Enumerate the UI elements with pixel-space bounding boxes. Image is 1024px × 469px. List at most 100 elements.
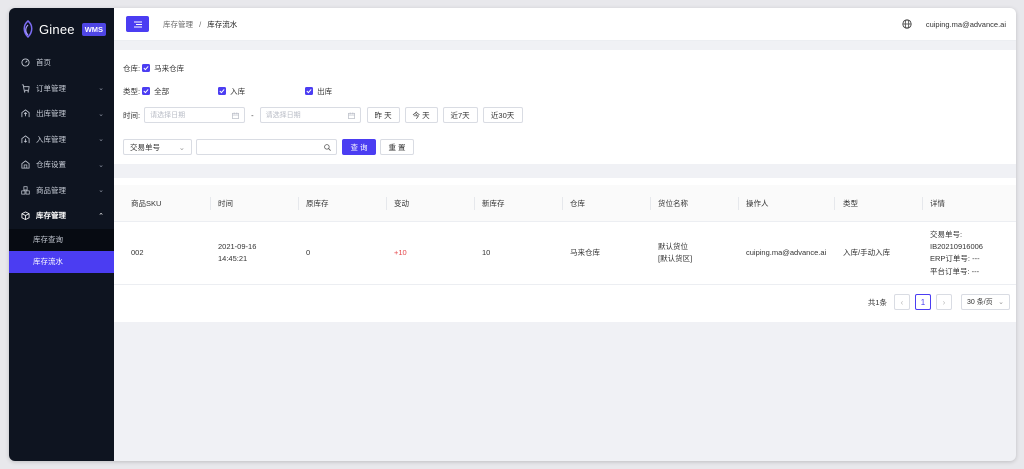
breadcrumb-current: 库存流水	[207, 19, 238, 29]
column-header-warehouse: 仓库	[570, 199, 585, 208]
chevron-right-icon: ›	[942, 297, 946, 307]
warehouse-icon	[20, 160, 30, 170]
cell-time-date: 2021-09-16	[218, 242, 257, 251]
start-date-input[interactable]: 请选择日期	[144, 107, 246, 123]
start-date-placeholder: 请选择日期	[150, 112, 186, 119]
last-7-days-button[interactable]: 近7天	[442, 107, 478, 123]
sidebar-item-label: 首页	[36, 58, 51, 68]
search-row: 交易单号 ⌄ 查 询 重 置	[123, 139, 1016, 155]
sidebar-subitem-stock-query[interactable]: 库存查询	[9, 228, 114, 251]
warehouse-filter: 仓库: 马来仓库	[123, 62, 1016, 74]
query-button[interactable]: 查 询	[342, 139, 376, 155]
sidebar-item-outbound[interactable]: 出库管理 ⌄	[9, 101, 114, 127]
cell-type: 入库/手动入库	[843, 248, 891, 257]
chevron-down-icon: ⌄	[98, 161, 104, 169]
yesterday-button[interactable]: 昨 天	[366, 107, 400, 123]
type-outbound-label[interactable]: 出库	[317, 86, 332, 97]
detail-transaction-number: IB20210916006	[930, 242, 983, 252]
column-divider	[210, 197, 211, 210]
breadcrumb-separator: /	[199, 19, 202, 29]
calendar-icon	[347, 111, 355, 119]
cart-icon	[20, 83, 30, 93]
chevron-up-icon: ⌃	[98, 212, 104, 220]
reset-button[interactable]: 重 置	[380, 139, 414, 155]
breadcrumb: 库存管理 / 库存流水	[163, 19, 237, 30]
sidebar: Ginee WMS 首页 订单管理 ⌄ 出库管理 ⌄ 入库管理 ⌄ 仓库设置 ⌄…	[9, 8, 114, 461]
cell-time: 2021-09-16 14:45:21	[218, 241, 256, 265]
type-filter: 类型: 全部 入库 出库	[123, 85, 1016, 97]
table-header: 商品SKU 时间 原库存 变动 新库存 仓库 货位名称 操作人 类型 详情	[114, 185, 1016, 222]
column-header-old-stock: 原库存	[306, 199, 329, 208]
column-header-change: 变动	[394, 199, 409, 208]
search-field-select[interactable]: 交易单号 ⌄	[123, 139, 192, 155]
sidebar-item-label: 入库管理	[36, 134, 66, 144]
warehouse-checkbox[interactable]	[142, 64, 151, 72]
pagination: 共1条 ‹ 1 › 30 条/页 ⌄	[868, 294, 1010, 310]
detail-platform-order: 平台订单号: ---	[930, 266, 980, 276]
column-divider	[650, 197, 651, 210]
sidebar-item-label: 库存管理	[36, 211, 66, 221]
column-divider	[834, 197, 835, 210]
stock-flow-table: 商品SKU 时间 原库存 变动 新库存 仓库 货位名称 操作人 类型 详情 00…	[114, 178, 1016, 322]
cell-old-stock: 0	[306, 248, 311, 257]
time-filter: 时间: 请选择日期 - 请选择日期 昨 天 今 天 近7天 近30天	[123, 107, 1016, 123]
sidebar-item-orders[interactable]: 订单管理 ⌄	[9, 76, 114, 102]
column-header-sku: 商品SKU	[131, 199, 162, 208]
column-header-time: 时间	[218, 199, 233, 208]
goods-icon	[20, 185, 30, 195]
column-header-detail: 详情	[930, 199, 945, 208]
sidebar-item-goods[interactable]: 商品管理 ⌄	[9, 178, 114, 204]
sidebar-item-inventory[interactable]: 库存管理 ⌃	[9, 203, 114, 229]
sidebar-item-home[interactable]: 首页	[9, 50, 114, 76]
sidebar-item-inbound[interactable]: 入库管理 ⌄	[9, 127, 114, 153]
cell-time-clock: 14:45:21	[218, 254, 248, 263]
chevron-left-icon: ‹	[900, 297, 904, 307]
brand-logo[interactable]: Ginee WMS	[9, 8, 114, 50]
column-header-new-stock: 新库存	[482, 199, 505, 208]
user-account[interactable]: cuiping.ma@advance.ai	[926, 20, 1006, 29]
column-divider	[922, 197, 923, 210]
breadcrumb-parent[interactable]: 库存管理	[163, 20, 193, 29]
main-content: 库存管理 / 库存流水 cuiping.ma@advance.ai 仓库: 马来…	[114, 8, 1016, 461]
type-label: 类型:	[123, 86, 141, 96]
sidebar-item-label: 订单管理	[36, 83, 66, 93]
prev-page-button[interactable]: ‹	[894, 294, 910, 310]
top-bar: 库存管理 / 库存流水 cuiping.ma@advance.ai	[114, 8, 1016, 41]
cell-sku: 002	[131, 248, 144, 257]
cube-icon	[20, 211, 30, 221]
column-header-operator: 操作人	[746, 199, 769, 208]
warehouse-option[interactable]: 马来仓库	[154, 63, 184, 74]
type-inbound-checkbox[interactable]	[218, 87, 227, 95]
time-label: 时间:	[123, 110, 141, 120]
cell-change: +10	[394, 248, 407, 257]
chevron-down-icon: ⌄	[98, 187, 104, 195]
globe-icon[interactable]	[902, 19, 912, 29]
last-30-days-button[interactable]: 近30天	[482, 107, 523, 123]
column-divider	[738, 197, 739, 210]
column-divider	[474, 197, 475, 210]
date-range-separator: -	[251, 110, 254, 120]
cell-location-area: [默认货区]	[658, 254, 693, 263]
detail-erp-order: ERP订单号: ---	[930, 254, 980, 264]
next-page-button[interactable]: ›	[936, 294, 952, 310]
type-outbound-checkbox[interactable]	[305, 87, 314, 95]
type-all-label[interactable]: 全部	[154, 86, 218, 97]
today-button[interactable]: 今 天	[404, 107, 438, 123]
cell-location-name: 默认货位	[658, 242, 688, 251]
cell-new-stock: 10	[482, 248, 491, 257]
search-input[interactable]	[196, 139, 337, 155]
end-date-input[interactable]: 请选择日期	[259, 107, 361, 123]
page-button-current[interactable]: 1	[915, 294, 931, 310]
column-divider	[562, 197, 563, 210]
page-size-select[interactable]: 30 条/页 ⌄	[961, 294, 1010, 310]
sidebar-item-label: 商品管理	[36, 185, 66, 195]
search-field-value: 交易单号	[130, 142, 160, 152]
type-all-checkbox[interactable]	[142, 87, 151, 95]
chevron-down-icon: ⌄	[998, 299, 1004, 306]
menu-icon	[133, 21, 142, 27]
sidebar-item-warehouse-settings[interactable]: 仓库设置 ⌄	[9, 152, 114, 178]
sidebar-subitem-stock-flow[interactable]: 库存流水	[9, 250, 114, 273]
menu-toggle-button[interactable]	[126, 16, 149, 32]
type-inbound-label[interactable]: 入库	[230, 86, 305, 97]
chevron-down-icon: ⌄	[98, 110, 104, 118]
